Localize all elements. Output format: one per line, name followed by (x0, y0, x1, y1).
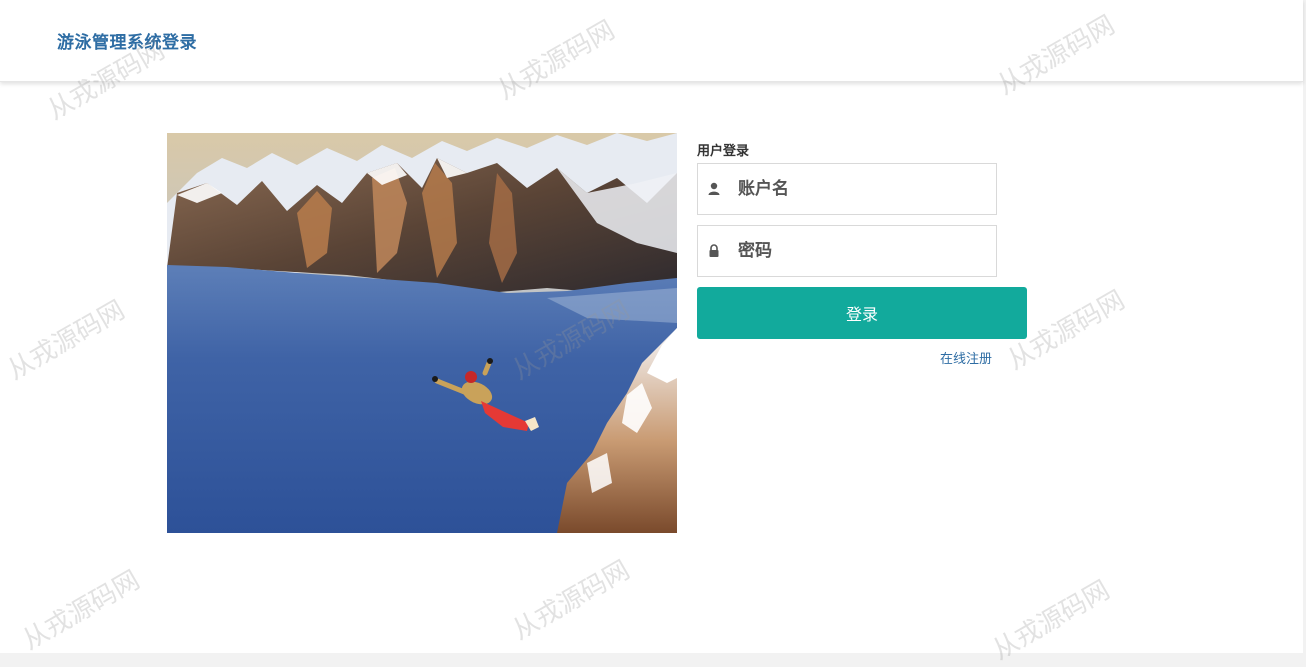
watermark-text: 从戎源码网 (507, 555, 636, 647)
user-icon (708, 181, 720, 195)
password-field[interactable] (697, 225, 997, 277)
username-input[interactable] (738, 164, 988, 214)
page-title: 游泳管理系统登录 (57, 33, 197, 53)
watermark-text: 从戎源码网 (17, 565, 146, 657)
watermark-text: 从戎源码网 (987, 575, 1116, 667)
username-field[interactable] (697, 163, 997, 215)
password-input[interactable] (738, 226, 988, 276)
login-title: 用户登录 (697, 144, 750, 159)
page: 游泳管理系统登录 用户登录 账户名 登录 在线注册 从戎源码网 从戎源码网 从戎… (0, 0, 1303, 666)
register-link[interactable]: 在线注册 (940, 348, 992, 367)
header: 游泳管理系统登录 (0, 0, 1303, 82)
login-button[interactable]: 登录 (697, 287, 1027, 339)
hero-image (167, 133, 677, 533)
lock-icon (708, 243, 720, 257)
watermark-text: 从戎源码网 (2, 295, 131, 387)
